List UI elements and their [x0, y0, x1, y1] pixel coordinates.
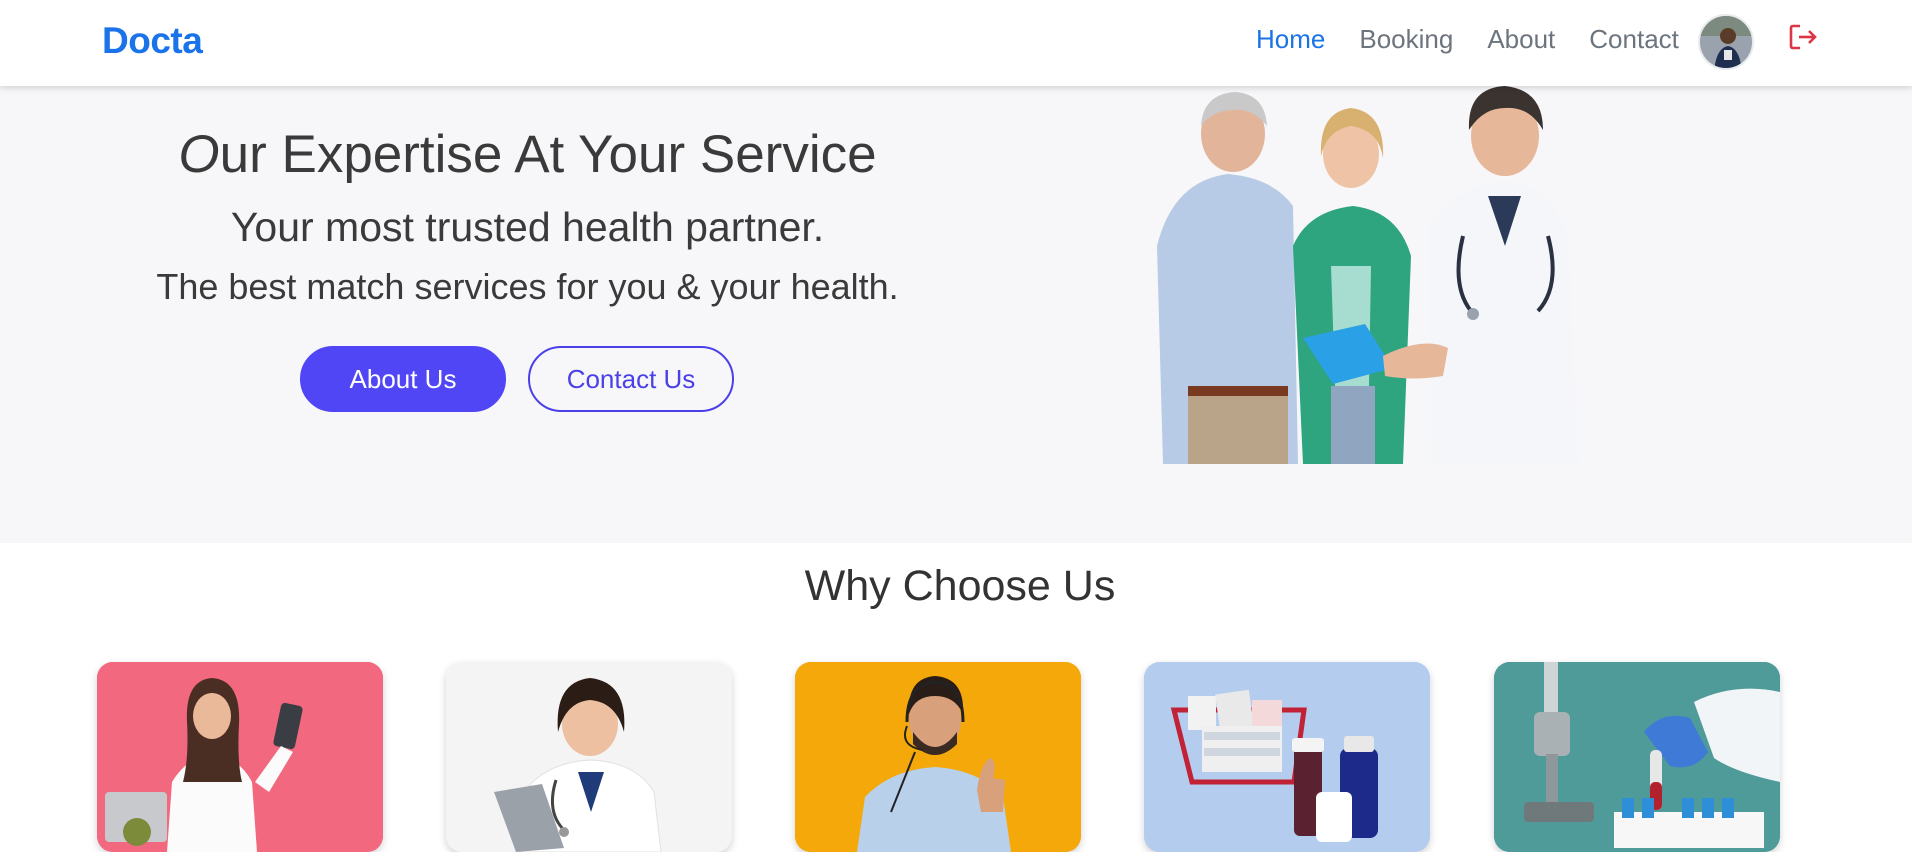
nav-links: Home Booking About Contact	[1256, 24, 1713, 55]
doctor-with-phone-photo	[97, 662, 383, 852]
why-choose-us-title: Why Choose Us	[804, 562, 1116, 610]
user-avatar-icon	[1700, 16, 1752, 68]
navbar: Docta Home Booking About Contact	[0, 0, 1912, 86]
feature-card[interactable]	[795, 662, 1081, 852]
nav-link-contact[interactable]: Contact	[1589, 24, 1679, 55]
hero-subtitle: Your most trusted health partner.	[230, 204, 825, 250]
female-doctor-clipboard-photo	[446, 662, 732, 852]
feature-card[interactable]	[1494, 662, 1780, 852]
contact-us-button[interactable]: Contact Us	[528, 346, 734, 412]
medicine-cart-photo	[1144, 662, 1430, 852]
about-us-button[interactable]: About Us	[300, 346, 506, 412]
doctor-consulting-couple-photo	[1157, 86, 1578, 464]
feature-card[interactable]	[97, 662, 383, 852]
lab-microscope-samples-photo	[1494, 662, 1780, 852]
support-agent-headset-photo	[795, 662, 1081, 852]
nav-link-home[interactable]: Home	[1256, 24, 1325, 55]
brand-logo[interactable]: Docta	[102, 20, 203, 62]
hero-title: Our Expertise At Your Service	[178, 125, 877, 184]
logout-button[interactable]	[1788, 22, 1818, 52]
feature-card[interactable]	[446, 662, 732, 852]
nav-link-about[interactable]: About	[1487, 24, 1555, 55]
nav-link-booking[interactable]: Booking	[1359, 24, 1453, 55]
feature-card[interactable]	[1144, 662, 1430, 852]
hero-tagline: The best match services for you & your h…	[156, 266, 899, 307]
avatar[interactable]	[1698, 14, 1754, 70]
hero-section: Our Expertise At Your Service Your most …	[0, 86, 1912, 543]
logout-icon	[1789, 24, 1817, 50]
